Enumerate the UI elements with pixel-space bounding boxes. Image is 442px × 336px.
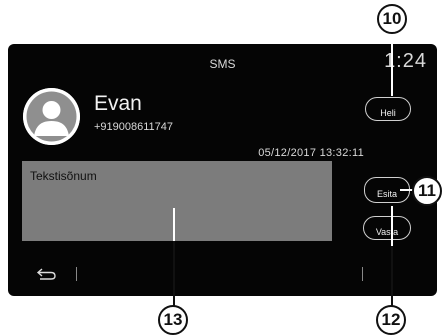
screen-title: SMS — [209, 57, 236, 71]
esita-button-label: Esita — [376, 189, 397, 199]
callout-10-line — [391, 34, 393, 96]
back-arrow-icon[interactable] — [36, 267, 58, 281]
callout-11: 11 — [412, 176, 442, 206]
contact-name: Evan — [94, 92, 142, 115]
heli-button[interactable]: Heli — [365, 97, 411, 121]
message-text-area[interactable]: Tekstisõnum — [22, 161, 332, 241]
callout-12-line-upper — [391, 206, 393, 246]
message-timestamp: 05/12/2017 13:32:11 — [258, 147, 364, 159]
bottom-bar-divider — [76, 267, 77, 281]
sms-screen: SMS 1:24 Evan +919008611747 05/12/2017 1… — [8, 44, 437, 296]
callout-13-line — [173, 208, 175, 241]
callout-12-line — [391, 246, 393, 306]
vasta-button[interactable]: Vasta — [363, 216, 411, 240]
callout-13-line-lower — [173, 241, 175, 306]
person-avatar-icon — [23, 88, 80, 145]
vasta-button-label: Vasta — [375, 227, 399, 237]
message-text: Tekstisõnum — [30, 169, 97, 183]
bottom-bar-divider — [362, 267, 363, 281]
callout-10: 10 — [377, 4, 407, 34]
heli-button-label: Heli — [380, 108, 396, 118]
contact-phone: +919008611747 — [94, 121, 174, 133]
callout-13: 13 — [158, 305, 188, 335]
callout-12: 12 — [376, 305, 406, 335]
